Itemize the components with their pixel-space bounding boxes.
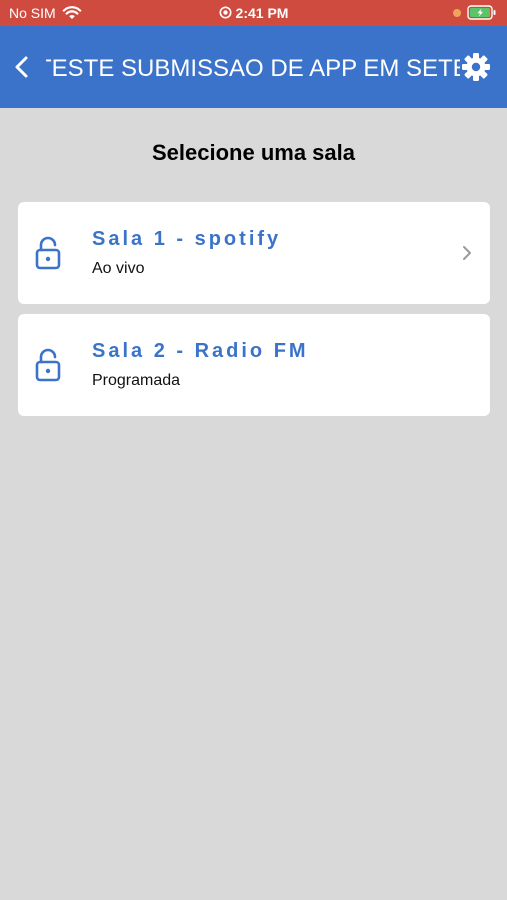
- chevron-left-icon: [15, 56, 28, 78]
- room-card-sala-1[interactable]: Sala 1 - spotify Ao vivo: [18, 202, 490, 304]
- settings-button[interactable]: [459, 50, 493, 84]
- page-title: Selecione uma sala: [152, 140, 355, 165]
- battery-charging-icon: [467, 5, 496, 20]
- lock-open-icon: [35, 348, 61, 382]
- nav-bar: TESTE SUBMISSAO DE APP EM SETEMBRO: [0, 26, 507, 108]
- back-button[interactable]: [8, 52, 38, 82]
- lock-open-icon: [35, 236, 61, 270]
- status-time: 2:41 PM: [235, 5, 289, 21]
- alarm-icon: [219, 6, 232, 19]
- nav-title: TESTE SUBMISSAO DE APP EM SETEMBRO: [46, 55, 460, 82]
- room-status: Ao vivo: [92, 260, 145, 277]
- nav-title-container: TESTE SUBMISSAO DE APP EM SETEMBRO: [46, 54, 460, 84]
- status-time-group: 2:41 PM: [0, 5, 507, 21]
- status-bar: No SIM 2:41 PM: [0, 0, 507, 26]
- chevron-right-icon: [463, 246, 471, 260]
- room-card-sala-2[interactable]: Sala 2 - Radio FM Programada: [18, 314, 490, 416]
- room-name: Sala 2 - Radio FM: [92, 340, 309, 362]
- room-status: Programada: [92, 372, 181, 389]
- room-name: Sala 1 - spotify: [92, 228, 282, 250]
- screen: No SIM 2:41 PM ESTE SUBMISSAO DE APP EM …: [0, 0, 507, 900]
- recording-dot-icon: [453, 8, 461, 17]
- gear-icon: [462, 53, 490, 81]
- status-right: [453, 5, 497, 20]
